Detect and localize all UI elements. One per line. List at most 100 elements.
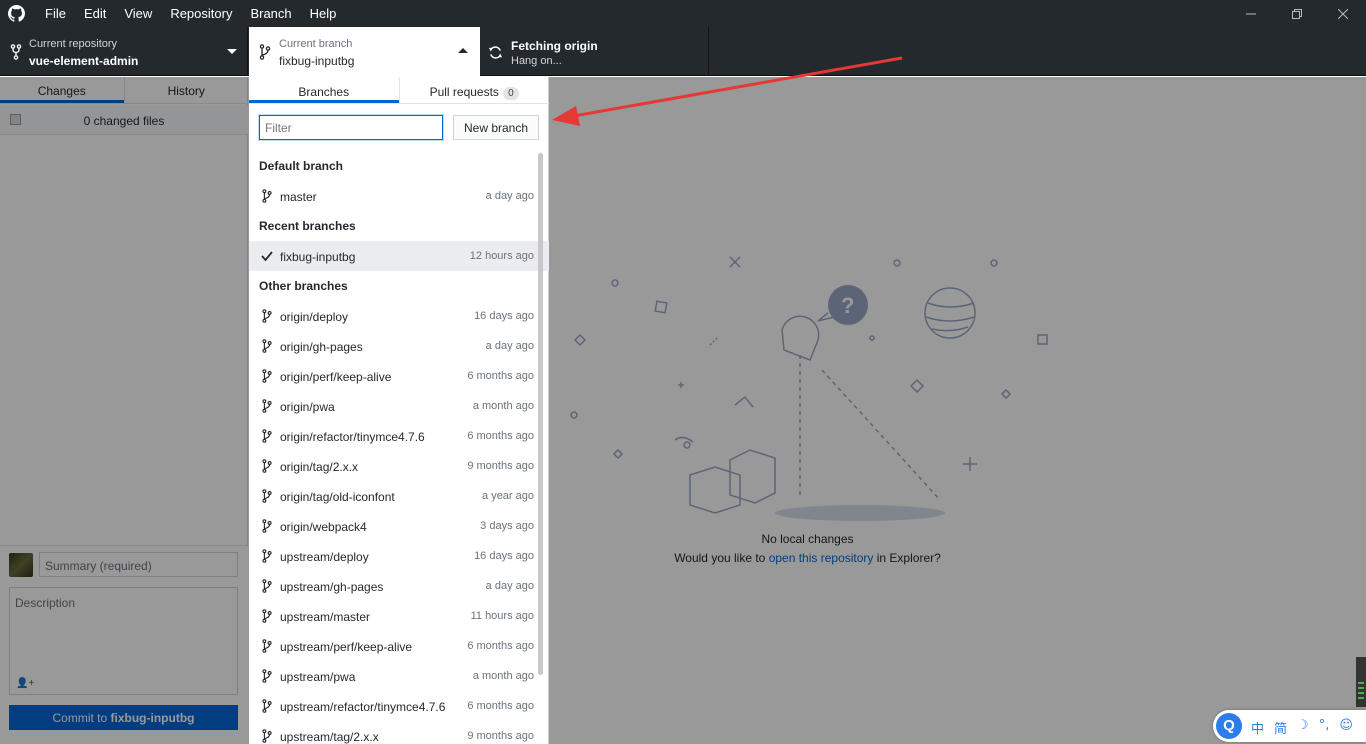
ime-logo[interactable]: Q <box>1216 713 1242 739</box>
git-branch-icon <box>262 489 272 503</box>
branch-name: fixbug-inputbg <box>279 54 355 68</box>
checkmark-icon <box>261 251 273 262</box>
branch-item[interactable]: origin/webpack4 3 days ago <box>249 511 549 541</box>
branch-item[interactable]: origin/tag/2.x.x 9 months ago <box>249 451 549 481</box>
branch-name: upstream/tag/2.x.x <box>280 730 379 744</box>
branch-list-scrollbar[interactable] <box>538 153 543 675</box>
git-branch-icon <box>262 699 272 713</box>
branch-item-current[interactable]: fixbug-inputbg 12 hours ago <box>249 241 549 271</box>
branch-item[interactable]: origin/deploy 16 days ago <box>249 301 549 331</box>
git-branch-icon <box>262 669 272 683</box>
git-branch-icon <box>262 579 272 593</box>
menu-branch[interactable]: Branch <box>241 0 300 27</box>
minimize-button[interactable] <box>1228 0 1274 27</box>
branch-label: Current branch <box>279 38 353 50</box>
pull-requests-count: 0 <box>502 87 519 100</box>
branch-name: master <box>280 190 317 204</box>
branch-name: origin/refactor/tinymce4.7.6 <box>280 430 425 444</box>
title-bar: File Edit View Repository Branch Help <box>0 0 1366 27</box>
branch-name: upstream/perf/keep-alive <box>280 640 413 654</box>
ime-simplified-toggle[interactable]: 简 <box>1274 718 1287 737</box>
branch-name: origin/webpack4 <box>280 520 367 534</box>
menu-edit[interactable]: Edit <box>75 0 115 27</box>
menu-file[interactable]: File <box>36 0 75 27</box>
branch-item[interactable]: upstream/perf/keep-alive 6 months ago <box>249 631 549 661</box>
branch-name: origin/tag/2.x.x <box>280 460 359 474</box>
branch-name: upstream/pwa <box>280 670 356 684</box>
branch-time: 6 months ago <box>467 640 534 652</box>
branch-time: 11 hours ago <box>470 610 534 622</box>
menu-help[interactable]: Help <box>301 0 346 27</box>
new-branch-button[interactable]: New branch <box>453 115 539 140</box>
branch-item[interactable]: upstream/gh-pages a day ago <box>249 571 549 601</box>
volume-meter <box>1356 657 1366 707</box>
section-other-branches: Other branches <box>259 279 348 293</box>
branch-name: upstream/deploy <box>280 550 369 564</box>
branch-item[interactable]: origin/tag/old-iconfont a year ago <box>249 481 549 511</box>
menu-view[interactable]: View <box>115 0 161 27</box>
branch-item[interactable]: upstream/deploy 16 days ago <box>249 541 549 571</box>
git-branch-icon <box>262 549 272 563</box>
annotation-arrow-icon <box>552 56 903 126</box>
git-branch-icon <box>259 44 271 60</box>
restore-button[interactable] <box>1274 0 1320 27</box>
pull-requests-label: Pull requests <box>429 85 499 99</box>
branch-time: 12 hours ago <box>469 250 534 262</box>
branch-time: a day ago <box>485 190 534 202</box>
branch-name: origin/gh-pages <box>280 340 363 354</box>
branch-item[interactable]: origin/gh-pages a day ago <box>249 331 549 361</box>
github-logo-icon <box>8 5 25 22</box>
branch-name: upstream/refactor/tinymce4.7.6 <box>280 700 446 714</box>
git-branch-icon <box>262 399 272 413</box>
git-branch-icon <box>262 639 272 653</box>
branch-time: 9 months ago <box>467 730 534 742</box>
restore-icon <box>1292 8 1302 19</box>
branch-item[interactable]: origin/pwa a month ago <box>249 391 549 421</box>
chevron-up-icon <box>458 48 468 53</box>
section-recent-branches: Recent branches <box>259 219 356 233</box>
branch-time: a month ago <box>472 670 534 682</box>
branch-item[interactable]: upstream/tag/2.x.x 9 months ago <box>249 721 549 744</box>
window-controls <box>1228 0 1366 27</box>
branch-filter-input[interactable] <box>259 115 443 140</box>
menu-bar: File Edit View Repository Branch Help <box>36 0 345 27</box>
section-default-branch: Default branch <box>259 159 344 173</box>
branch-time: a year ago <box>482 490 534 502</box>
branch-time: 3 days ago <box>480 520 534 532</box>
branch-name: origin/pwa <box>280 400 335 414</box>
branch-item-master[interactable]: master a day ago <box>249 181 549 211</box>
branch-time: 6 months ago <box>467 430 534 442</box>
git-branch-icon <box>262 339 272 353</box>
branch-item[interactable]: origin/perf/keep-alive 6 months ago <box>249 361 549 391</box>
git-branch-icon <box>262 729 272 743</box>
current-repository-button[interactable]: Current repository vue-element-admin <box>0 27 248 76</box>
git-branch-icon <box>262 459 272 473</box>
git-branch-icon <box>262 369 272 383</box>
modal-overlay[interactable] <box>0 77 1366 744</box>
git-branch-icon <box>262 429 272 443</box>
ime-moon-icon[interactable]: ☽ <box>1297 718 1309 737</box>
ime-items: 中 简 ☽ °, ☺ <box>1251 718 1353 737</box>
branch-name: upstream/gh-pages <box>280 580 384 594</box>
menu-repository[interactable]: Repository <box>161 0 241 27</box>
current-branch-button[interactable]: Current branch fixbug-inputbg <box>249 27 480 76</box>
branch-item[interactable]: upstream/pwa a month ago <box>249 661 549 691</box>
branch-dropdown: Branches Pull requests0 New branch Defau… <box>249 77 549 744</box>
branch-time: 6 months ago <box>467 370 534 382</box>
ime-chinese-toggle[interactable]: 中 <box>1251 718 1264 737</box>
git-branch-icon <box>262 609 272 623</box>
close-button[interactable] <box>1320 0 1366 27</box>
branch-item[interactable]: origin/refactor/tinymce4.7.6 6 months ago <box>249 421 549 451</box>
branch-item[interactable]: upstream/master 11 hours ago <box>249 601 549 631</box>
ime-toolbar: Q 中 简 ☽ °, ☺ <box>1213 710 1366 742</box>
branch-name: origin/deploy <box>280 310 349 324</box>
ime-punctuation-toggle[interactable]: °, <box>1319 718 1330 737</box>
git-branch-icon <box>262 309 272 323</box>
tab-branches[interactable]: Branches <box>249 77 399 103</box>
repo-name: vue-element-admin <box>29 54 139 68</box>
close-icon <box>1338 8 1348 19</box>
branch-time: a day ago <box>485 340 534 352</box>
tab-pull-requests[interactable]: Pull requests 0 <box>398 77 550 103</box>
branch-item[interactable]: upstream/refactor/tinymce4.7.6 6 months a… <box>249 691 549 721</box>
ime-emoji-icon[interactable]: ☺ <box>1339 718 1353 737</box>
